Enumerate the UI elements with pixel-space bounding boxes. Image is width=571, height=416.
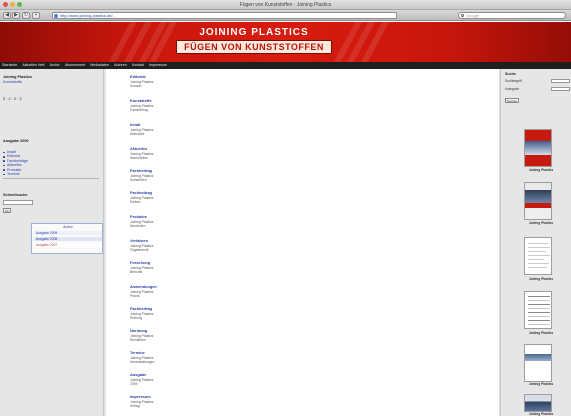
window-title: Fügen von Kunststoffen · Joining Plastic… [239, 2, 332, 8]
nav-item-3[interactable]: Abonnement [63, 62, 87, 69]
sidebar-item[interactable]: Termine [3, 172, 99, 176]
magazine-page[interactable] [524, 237, 552, 275]
article-meta-2: Übersicht [130, 131, 145, 136]
sidebar-block2-title: Ausgabe 2009 [3, 139, 29, 143]
close-window-button[interactable] [3, 2, 8, 7]
article-entry: Fachbeitrag Joining Plastics Kleben [130, 190, 330, 204]
magazine-cover[interactable] [524, 344, 552, 382]
magazine-cover[interactable] [524, 129, 552, 167]
site-logo[interactable]: JOINING PLASTICS FÜGEN VON KUNSTSTOFFEN [176, 27, 332, 57]
address-bar[interactable]: http://www.joining-plastics.de/... [52, 12, 397, 19]
article-meta-2: Schweißen [130, 177, 147, 182]
article-meta-2: Kleben [130, 199, 141, 204]
logo-subtitle: FÜGEN VON KUNSTSTOFFEN [176, 40, 332, 54]
article-meta-2: Fachbeitrag [130, 107, 148, 112]
site-banner: JOINING PLASTICS FÜGEN VON KUNSTSTOFFEN [0, 22, 571, 62]
magazine-caption: Joining Plastics [528, 277, 554, 281]
minimize-window-button[interactable] [10, 2, 15, 7]
archive-dropdown[interactable]: Archiv Ausgabe 2009 Ausgabe 2008 Ausgabe… [31, 223, 103, 254]
right-sidebar: Suche Suchbegriff Kategorie Suchen Joini… [500, 69, 571, 416]
article-entry: Aktuelles Joining Plastics Nachrichten [130, 146, 330, 160]
article-entry: Inhalt Joining Plastics Übersicht [130, 122, 330, 136]
nav-item-0[interactable]: Startseite [0, 62, 19, 69]
nav-item-1[interactable]: Aktuelles Heft [20, 62, 46, 69]
web-page: JOINING PLASTICS FÜGEN VON KUNSTSTOFFEN … [0, 22, 571, 416]
article-entry: Editorial Joining Plastics Vorwort [130, 74, 330, 88]
article-entry: Fachbeitrag Joining Plastics Schweißen [130, 168, 330, 182]
nav-item-5[interactable]: Autoren [112, 62, 129, 69]
right-search-button[interactable]: Suchen [505, 98, 519, 103]
right-search-label-1: Suchbegriff [505, 79, 522, 83]
search-placeholder: Google [466, 13, 479, 18]
article-meta-2: Nachrichten [130, 155, 149, 160]
article-meta-2: 2009 [130, 381, 138, 386]
sidebar-issue-list: Inhalt Editorial Fachbeiträge Aktuelles … [3, 150, 99, 176]
article-meta-2: Prüfung [130, 315, 142, 320]
right-search-input-2[interactable] [551, 87, 570, 91]
article-entry: Verfahren Joining Plastics Fügetechnik [130, 238, 330, 252]
quick-search-heading: Schnellsuche [3, 193, 28, 197]
article-entry: Anwendungen Joining Plastics Praxis [130, 284, 330, 298]
address-text: http://www.joining-plastics.de/... [60, 13, 116, 18]
article-meta-2: Praxis [130, 293, 140, 298]
logo-title: JOINING PLASTICS [199, 27, 309, 38]
magazine-cover[interactable] [524, 394, 552, 412]
right-search-heading: Suche [505, 72, 516, 76]
archive-dropdown-title: Archiv [63, 225, 73, 229]
magazine-caption: Joining Plastics [528, 221, 554, 225]
search-icon [461, 14, 464, 17]
sidebar-block1-title: Joining Plastics [3, 75, 32, 79]
article-meta-2: Fügetechnik [130, 247, 149, 252]
nav-item-4[interactable]: Mediadaten [88, 62, 111, 69]
archive-option[interactable]: Ausgabe 2009 [34, 231, 102, 235]
archive-option[interactable]: Ausgabe 2008 [34, 237, 102, 241]
right-search-label-2: Kategorie [505, 87, 520, 91]
forward-button[interactable]: ▶ [12, 12, 20, 19]
article-entry: Impressum Joining Plastics Verlag [130, 394, 330, 408]
magazine-caption: Joining Plastics [528, 412, 554, 416]
search-input[interactable]: Google [458, 12, 566, 19]
article-entry: Termine Joining Plastics Veranstaltungen [130, 350, 330, 364]
back-button[interactable]: ◀ [3, 12, 11, 19]
magazine-cover[interactable] [524, 182, 552, 220]
add-bookmark-button[interactable]: + [32, 12, 40, 19]
magazine-page[interactable] [524, 291, 552, 329]
right-search-input-1[interactable] [551, 79, 570, 83]
maximize-window-button[interactable] [17, 2, 22, 7]
article-entry: Fachbeitrag Joining Plastics Prüfung [130, 306, 330, 320]
article-meta-2: Veranstaltungen [130, 359, 155, 364]
sidebar-block1-note: 2 · 2 · 2 · 2 [3, 97, 22, 101]
article-meta-2: Berichte [130, 269, 143, 274]
reload-button[interactable]: ↻ [22, 12, 30, 19]
magazine-caption: Joining Plastics [528, 331, 554, 335]
article-entry: Produkte Joining Plastics Neuheiten [130, 214, 330, 228]
sidebar-block1-link[interactable]: Kunststoffe [3, 80, 99, 84]
article-entry: Normung Joining Plastics Richtlinien [130, 328, 330, 342]
quick-search-input[interactable] [3, 200, 33, 205]
article-meta-2: Neuheiten [130, 223, 146, 228]
nav-item-7[interactable]: Impressum [147, 62, 169, 69]
article-meta-2: Verlag [130, 403, 140, 408]
magazine-caption: Joining Plastics [528, 382, 554, 386]
archive-option[interactable]: Ausgabe 2007 [34, 243, 102, 247]
article-entry: Kunststoffe Joining Plastics Fachbeitrag [130, 98, 330, 112]
sidebar-divider [3, 178, 99, 179]
browser-toolbar: ◀ ▶ ↻ + http://www.joining-plastics.de/.… [0, 10, 571, 21]
article-meta-2: Richtlinien [130, 337, 146, 342]
main-content: Editorial Joining Plastics Vorwort Kunst… [106, 69, 499, 416]
article-entry: Forschung Joining Plastics Berichte [130, 260, 330, 274]
nav-item-2[interactable]: Archiv [48, 62, 62, 69]
quick-search-button[interactable]: OK [3, 208, 11, 213]
article-entry: Ausgabe Joining Plastics 2009 [130, 372, 330, 386]
window-titlebar: Fügen von Kunststoffen · Joining Plastic… [0, 0, 571, 10]
article-meta-2: Vorwort [130, 83, 142, 88]
main-nav: Startseite Aktuelles Heft Archiv Abonnem… [0, 62, 571, 69]
left-sidebar: Joining Plastics Kunststoffe 2 · 2 · 2 ·… [0, 69, 104, 416]
nav-item-6[interactable]: Kontakt [130, 62, 146, 69]
magazine-caption: Joining Plastics [528, 168, 554, 172]
site-icon [54, 14, 58, 18]
